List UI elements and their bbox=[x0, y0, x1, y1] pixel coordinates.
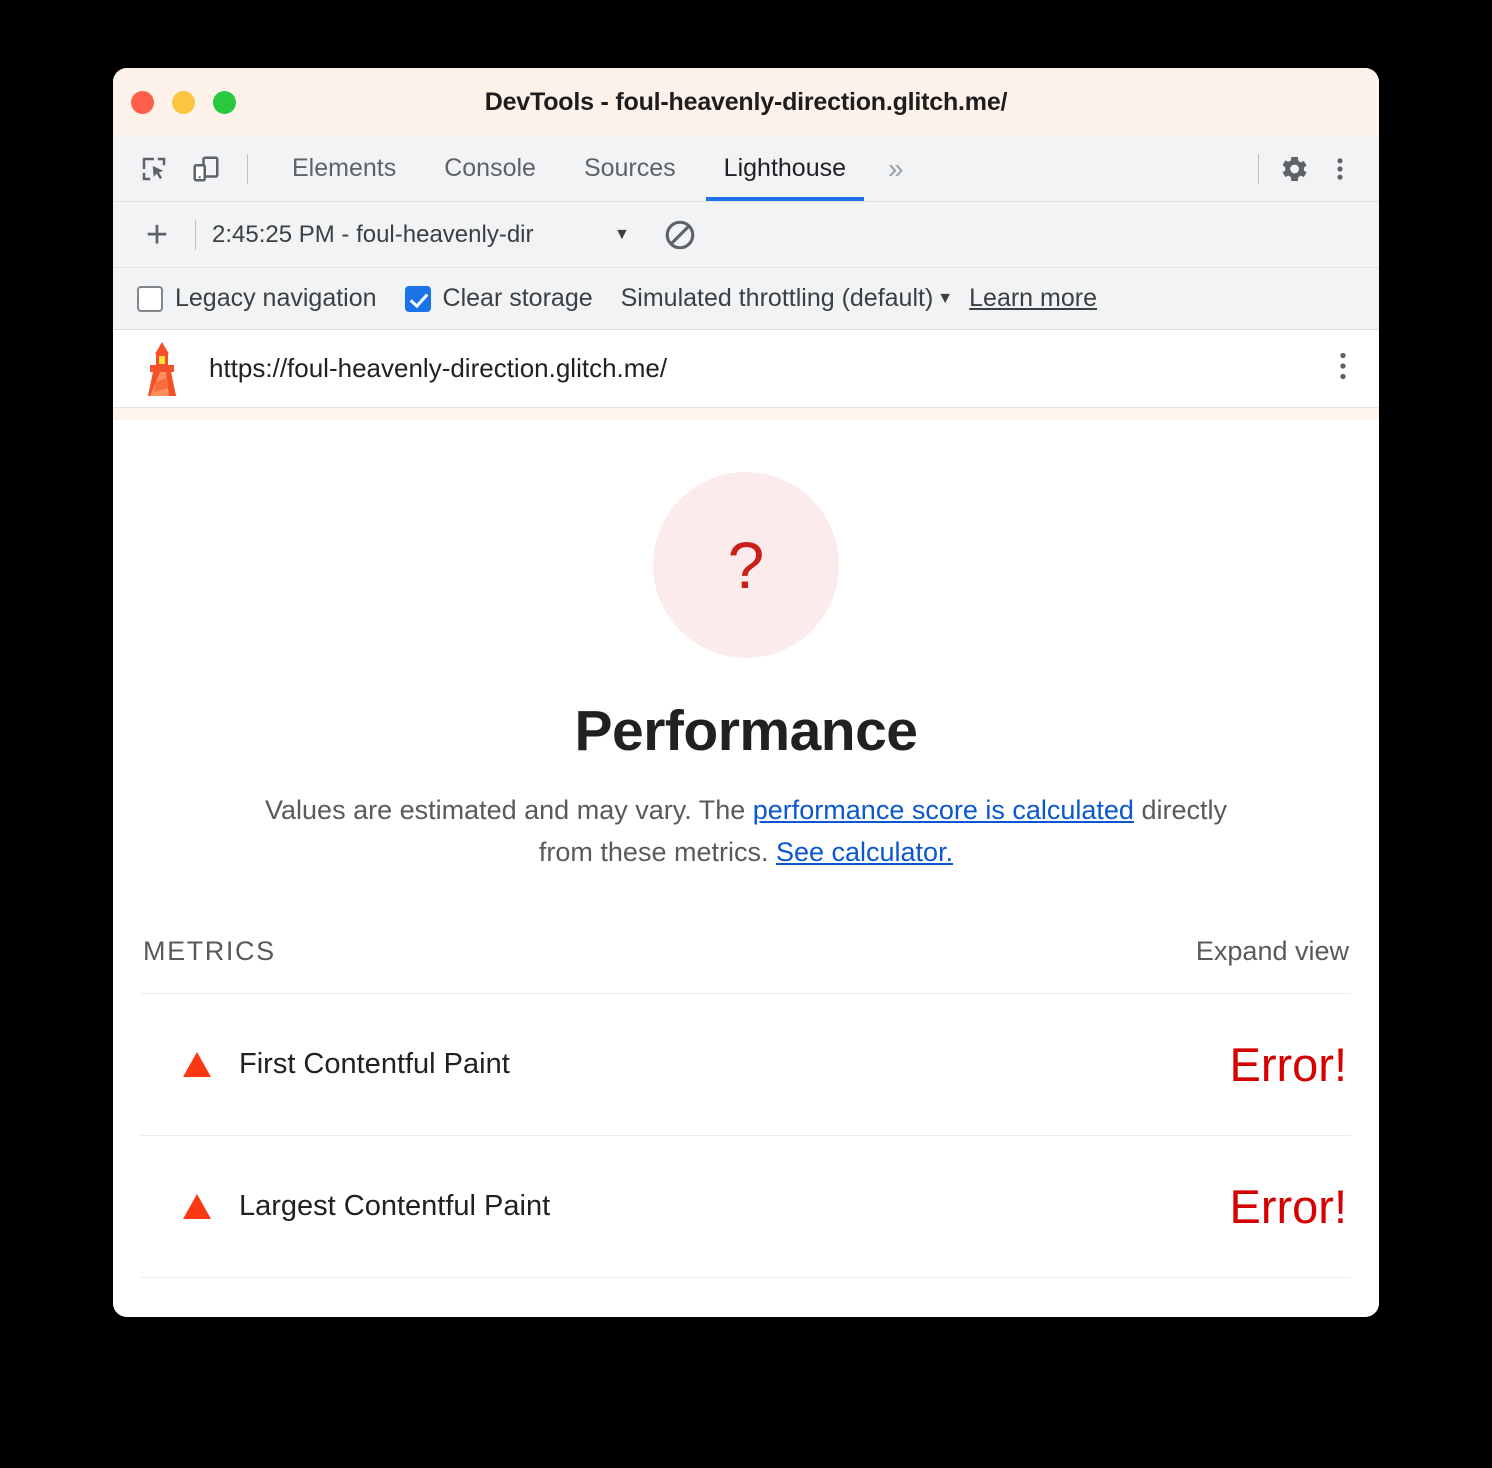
lh-toolbar-divider bbox=[195, 219, 196, 250]
close-window-button[interactable] bbox=[131, 90, 154, 114]
tab-lighthouse-label: Lighthouse bbox=[723, 154, 846, 182]
report-urlbar: https://foul-heavenly-direction.glitch.m… bbox=[113, 330, 1379, 408]
window-titlebar: DevTools - foul-heavenly-direction.glitc… bbox=[113, 68, 1379, 136]
tabbar-right-tools bbox=[1246, 136, 1379, 201]
window-title: DevTools - foul-heavenly-direction.glitc… bbox=[484, 87, 1008, 116]
more-tabs-label: » bbox=[888, 152, 904, 184]
performance-score-link[interactable]: performance score is calculated bbox=[753, 795, 1134, 825]
gear-icon[interactable] bbox=[1271, 146, 1317, 192]
performance-score-gauge: ? bbox=[653, 472, 839, 658]
metrics-section-label: METRICS bbox=[143, 935, 276, 966]
report-accent-strip bbox=[113, 408, 1379, 420]
chevron-down-icon: ▼ bbox=[614, 225, 630, 243]
panel-tabs: Elements Console Sources Lighthouse » bbox=[268, 136, 922, 201]
expand-view-toggle[interactable]: Expand view bbox=[1196, 936, 1349, 967]
score-section: ? Performance Values are estimated and m… bbox=[141, 420, 1351, 874]
learn-more-link[interactable]: Learn more bbox=[969, 284, 1097, 313]
score-value: ? bbox=[727, 528, 765, 602]
devtools-tabbar: Elements Console Sources Lighthouse » bbox=[113, 136, 1379, 202]
error-triangle-icon bbox=[183, 1051, 211, 1077]
new-report-button[interactable]: + bbox=[135, 213, 179, 257]
report-selector[interactable]: 2:45:25 PM - foul-heavenly-dir ▼ bbox=[212, 221, 636, 249]
throttling-chevron-down-icon[interactable]: ▼ bbox=[937, 290, 953, 308]
maximize-window-button[interactable] bbox=[213, 90, 236, 114]
legacy-navigation-checkbox[interactable] bbox=[137, 285, 163, 312]
tab-elements-label: Elements bbox=[292, 154, 397, 182]
lighthouse-options-row: Legacy navigation Clear storage Simulate… bbox=[113, 268, 1379, 330]
legacy-navigation-label: Legacy navigation bbox=[175, 284, 377, 312]
more-tabs-icon[interactable]: » bbox=[870, 136, 922, 201]
metrics-header: METRICS Expand view bbox=[141, 936, 1351, 994]
report-menu-icon[interactable] bbox=[1329, 349, 1357, 388]
minimize-window-button[interactable] bbox=[172, 90, 195, 114]
tab-lighthouse[interactable]: Lighthouse bbox=[700, 136, 870, 201]
table-row[interactable]: Largest Contentful Paint Error! bbox=[141, 1136, 1351, 1278]
inspect-element-icon[interactable] bbox=[131, 146, 177, 192]
metric-name: Largest Contentful Paint bbox=[239, 1189, 551, 1222]
new-report-label: + bbox=[145, 213, 169, 256]
clear-storage-label: Clear storage bbox=[442, 284, 593, 312]
metric-value: Error! bbox=[1229, 1179, 1348, 1233]
throttling-option[interactable]: Simulated throttling (default) bbox=[621, 284, 934, 313]
metric-name: First Contentful Paint bbox=[239, 1047, 510, 1080]
throttling-label: Simulated throttling (default) bbox=[620, 284, 934, 312]
category-description: Values are estimated and may vary. The p… bbox=[256, 790, 1236, 874]
kebab-menu-icon[interactable] bbox=[1317, 146, 1363, 192]
legacy-navigation-option[interactable]: Legacy navigation bbox=[137, 284, 377, 313]
tab-console[interactable]: Console bbox=[420, 136, 560, 201]
tab-console-label: Console bbox=[444, 154, 536, 182]
page-title: Performance bbox=[574, 699, 919, 763]
clear-storage-option[interactable]: Clear storage bbox=[404, 284, 593, 313]
toolbar-divider bbox=[247, 153, 248, 184]
description-part-1: Values are estimated and may vary. The bbox=[265, 795, 753, 825]
clear-storage-checkbox[interactable] bbox=[404, 285, 431, 312]
tab-elements[interactable]: Elements bbox=[268, 136, 420, 201]
see-calculator-link[interactable]: See calculator. bbox=[776, 837, 953, 867]
devtools-window: DevTools - foul-heavenly-direction.glitc… bbox=[113, 68, 1379, 1317]
screenshot-stage: DevTools - foul-heavenly-direction.glitc… bbox=[0, 0, 1492, 1468]
tab-sources[interactable]: Sources bbox=[560, 136, 700, 201]
window-controls bbox=[131, 68, 236, 136]
device-toolbar-icon[interactable] bbox=[183, 146, 229, 192]
tabbar-left-tools bbox=[113, 136, 260, 201]
lighthouse-report: ? Performance Values are estimated and m… bbox=[113, 420, 1379, 1317]
tab-sources-label: Sources bbox=[583, 154, 676, 182]
clear-report-icon[interactable] bbox=[656, 211, 704, 259]
report-selector-value: 2:45:25 PM - foul-heavenly-dir bbox=[212, 220, 534, 248]
metric-value: Error! bbox=[1229, 1037, 1348, 1091]
error-triangle-icon bbox=[183, 1193, 211, 1219]
toolbar-divider-right bbox=[1258, 153, 1259, 184]
lighthouse-toolbar: + 2:45:25 PM - foul-heavenly-dir ▼ bbox=[113, 202, 1379, 268]
report-url: https://foul-heavenly-direction.glitch.m… bbox=[209, 353, 668, 383]
lighthouse-icon bbox=[139, 340, 185, 398]
table-row[interactable]: First Contentful Paint Error! bbox=[141, 994, 1351, 1136]
